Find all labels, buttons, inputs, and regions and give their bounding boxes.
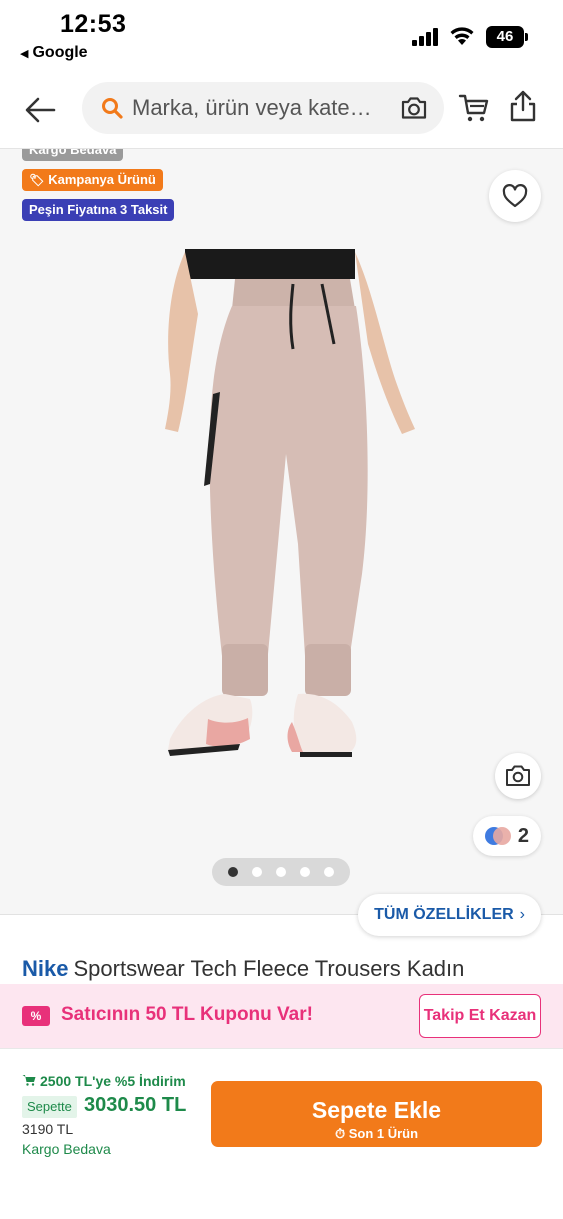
wifi-icon <box>450 27 474 45</box>
add-to-cart-label: Sepete Ekle <box>311 1097 442 1123</box>
camera-icon <box>506 765 530 786</box>
clock-icon: ⏱ <box>334 1126 349 1141</box>
share-icon[interactable] <box>508 89 538 123</box>
color-options-button[interactable]: 2 <box>473 816 541 856</box>
camera-search-icon[interactable] <box>400 95 428 121</box>
original-price: 3190 TL <box>22 1121 74 1137</box>
small-cart-icon <box>22 1075 36 1086</box>
basket-price-label: Sepette <box>22 1096 77 1118</box>
pager-dot[interactable] <box>300 867 310 877</box>
coupon-text: Satıcının 50 TL Kuponu Var! <box>61 1004 313 1025</box>
product-image-gallery[interactable]: Kargo Bedava 🏷 Kampanya Ürünü Peşin Fiyat… <box>0 149 563 914</box>
cellular-signal-icon <box>412 28 440 46</box>
product-image <box>165 249 415 757</box>
pager-dot[interactable] <box>276 867 286 877</box>
image-pager[interactable] <box>212 858 350 886</box>
campaign-badge: 🏷 Kampanya Ürünü <box>22 169 163 191</box>
search-header <box>0 76 563 146</box>
follow-earn-button[interactable]: Takip Et Kazan <box>419 994 541 1038</box>
product-brand-link[interactable]: Nike <box>22 956 68 981</box>
free-shipping-text: Kargo Bedava <box>22 1141 111 1157</box>
search-bar[interactable] <box>82 82 444 134</box>
free-shipping-badge: Kargo Bedava <box>22 149 124 161</box>
pager-dot[interactable] <box>252 867 262 877</box>
add-to-cart-button[interactable]: Sepete Ekle ⏱ Son 1 Ürün <box>211 1081 542 1147</box>
status-bar: 12:53 ◀ Google 46 <box>0 0 563 70</box>
color-count: 2 <box>517 825 529 847</box>
basket-price: 3030.50 TL <box>84 1094 187 1116</box>
back-arrow-icon[interactable] <box>22 92 58 128</box>
installment-badge: Peşin Fiyatına 3 Taksit <box>22 199 175 221</box>
battery-indicator: 46 <box>486 26 528 48</box>
pager-dot[interactable] <box>228 867 238 877</box>
heart-icon <box>502 184 528 208</box>
cart-icon[interactable] <box>458 92 490 124</box>
search-input[interactable] <box>132 82 394 134</box>
chevron-right-icon: › <box>519 906 525 923</box>
favorite-button[interactable] <box>489 170 541 222</box>
all-features-button[interactable]: TÜM ÖZELLİKLER › <box>358 894 541 936</box>
search-icon <box>102 98 123 119</box>
purchase-bar: 2500 TL'ye %5 İndirim Sepette 3030.50 TL… <box>0 1048 563 1219</box>
back-triangle-icon: ◀ <box>20 48 29 60</box>
coupon-banner: % Satıcının 50 TL Kuponu Var! Takip Et K… <box>0 984 563 1048</box>
color-swatches-icon <box>485 827 513 845</box>
pager-dot[interactable] <box>324 867 334 877</box>
tag-icon: 🏷 <box>29 173 45 187</box>
back-to-google-link[interactable]: ◀ Google <box>20 44 88 62</box>
product-name: Sportswear Tech Fleece Trousers Kadın <box>73 956 465 981</box>
stock-note: ⏱ Son 1 Ürün <box>334 1126 419 1141</box>
visual-search-button[interactable] <box>495 753 541 799</box>
coupon-icon: % <box>22 1006 50 1026</box>
status-time: 12:53 <box>60 10 127 38</box>
discount-info: 2500 TL'ye %5 İndirim <box>22 1073 186 1089</box>
product-title: Nike Sportswear Tech Fleece Trousers Kadı… <box>22 956 542 982</box>
back-app-label: Google <box>32 44 88 61</box>
